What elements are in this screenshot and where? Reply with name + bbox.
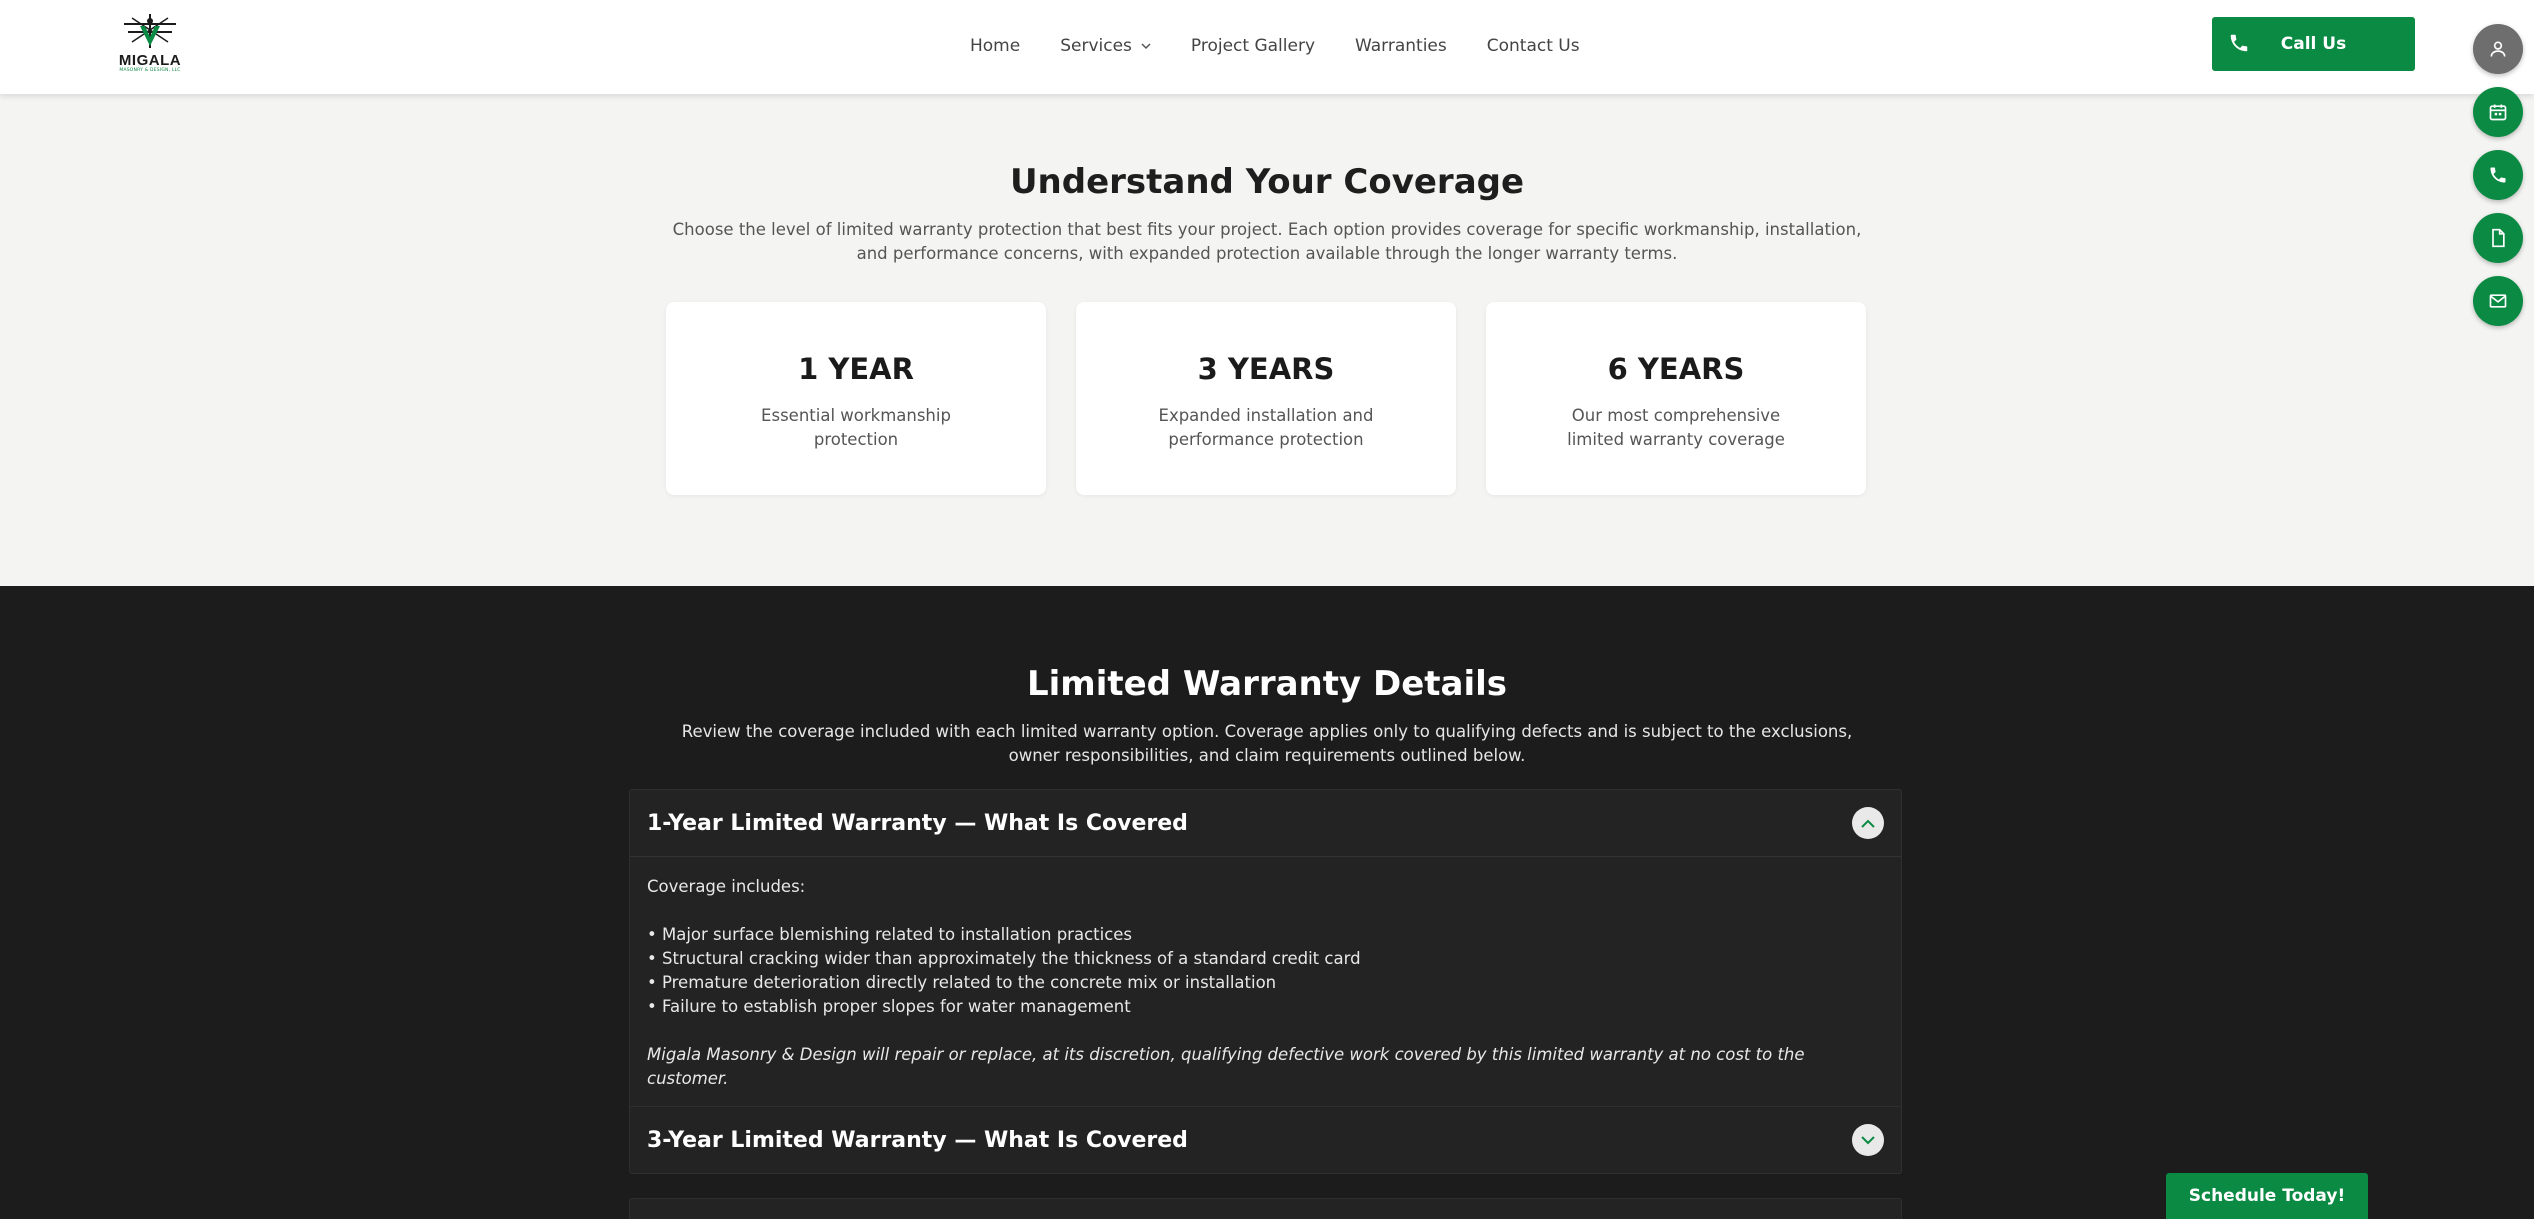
accordion-header[interactable]: 3-Year Limited Warranty — What Is Covere… [630,1107,1901,1173]
booking-button[interactable] [2473,87,2523,137]
site-header: MIGALA MASONRY & DESIGN, LLC Home Servic… [0,0,2534,94]
coverage-card-title: 3 YEARS [1197,352,1335,386]
coverage-card-title: 1 YEAR [798,352,914,386]
document-icon [2492,228,2505,248]
nav-contact-us[interactable]: Contact Us [1487,36,1580,56]
coverage-card-1-year: 1 YEAR Essential workmanship protection [666,302,1046,495]
email-button[interactable] [2473,276,2523,326]
coverage-card-text: Expanded installation and performance pr… [1158,406,1374,449]
list-item: • Major surface blemishing related to in… [647,925,1133,944]
calendar-icon [2489,104,2507,121]
logo-mark-icon [124,14,176,48]
schedule-today-button[interactable]: Schedule Today! [2166,1173,2368,1219]
coverage-card-text: Essential workmanship protection [761,406,951,449]
accordion-1-year: 1-Year Limited Warranty — What Is Covere… [629,789,1902,1110]
chevron-down-icon [1861,1135,1875,1144]
nav-contact-us-label: Contact Us [1486,36,1580,56]
accordion-header[interactable] [630,1199,1901,1219]
coverage-card-text: Our most comprehensive limited warranty … [1567,406,1785,449]
account-button[interactable] [2473,24,2523,74]
warranty-details-section: Limited Warranty Details Review the cove… [0,586,2534,1219]
list-item: • Structural cracking wider than approxi… [647,949,1361,968]
coverage-closing: Migala Masonry & Design will repair or r… [647,1045,1805,1088]
nav-warranties[interactable]: Warranties [1355,36,1447,56]
accordion-body: Coverage includes: • Major surface blemi… [630,856,1901,1109]
nav-project-gallery[interactable]: Project Gallery [1191,36,1315,56]
details-description: Review the coverage included with each l… [681,722,1853,765]
phone-button[interactable] [2473,150,2523,200]
coverage-card-3-years: 3 YEARS Expanded installation and perfor… [1076,302,1456,495]
accordion-title: 3-Year Limited Warranty — What Is Covere… [647,1127,1188,1153]
coverage-description: Choose the level of limited warranty pro… [672,220,1862,263]
accordion-next [629,1198,1902,1219]
coverage-title: Understand Your Coverage [1009,162,1525,202]
list-item: • Failure to establish proper slopes for… [647,997,1131,1016]
nav-home[interactable]: Home [970,36,1020,56]
nav-services[interactable]: Services [1060,36,1151,56]
nav-warranties-label: Warranties [1355,36,1447,56]
brand-subtitle: MASONRY & DESIGN, LLC [119,68,181,73]
details-title: Limited Warranty Details [1026,664,1508,704]
coverage-card-6-years: 6 YEARS Our most comprehensive limited w… [1486,302,1866,495]
accordion-collapse-toggle[interactable] [1852,807,1884,839]
phone-icon [2490,167,2506,183]
call-us-button[interactable]: Call Us [2212,17,2415,71]
user-icon [2490,41,2506,57]
coverage-intro: Coverage includes: [647,877,806,896]
accordion-title: 1-Year Limited Warranty — What Is Covere… [647,810,1188,836]
brand-name: MIGALA [118,52,182,69]
accordion-header[interactable]: 1-Year Limited Warranty — What Is Covere… [630,790,1901,856]
coverage-list: • Major surface blemishing related to in… [647,923,1884,1019]
chevron-up-icon [1861,819,1875,828]
coverage-card-title: 6 YEARS [1607,352,1745,386]
quote-button[interactable] [2473,213,2523,263]
call-us-label: Call Us [2280,34,2347,54]
accordion-3-year: 3-Year Limited Warranty — What Is Covere… [629,1106,1902,1174]
nav-project-gallery-label: Project Gallery [1190,36,1316,56]
nav-home-label: Home [970,36,1021,56]
schedule-today-label: Schedule Today! [2188,1186,2346,1206]
coverage-cards: 1 YEAR Essential workmanship protection … [666,302,1866,495]
phone-icon [2230,34,2248,52]
coverage-section: Understand Your Coverage Choose the leve… [0,94,2534,586]
list-item: • Premature deterioration directly relat… [647,973,1277,992]
logo[interactable]: MIGALA MASONRY & DESIGN, LLC [104,12,196,74]
accordion-expand-toggle[interactable] [1852,1124,1884,1156]
nav-services-label: Services [1060,36,1132,56]
chevron-down-icon [1141,42,1151,49]
mail-icon [2489,294,2507,308]
main-nav: Home Services Project Gallery Warranties… [970,36,1620,56]
